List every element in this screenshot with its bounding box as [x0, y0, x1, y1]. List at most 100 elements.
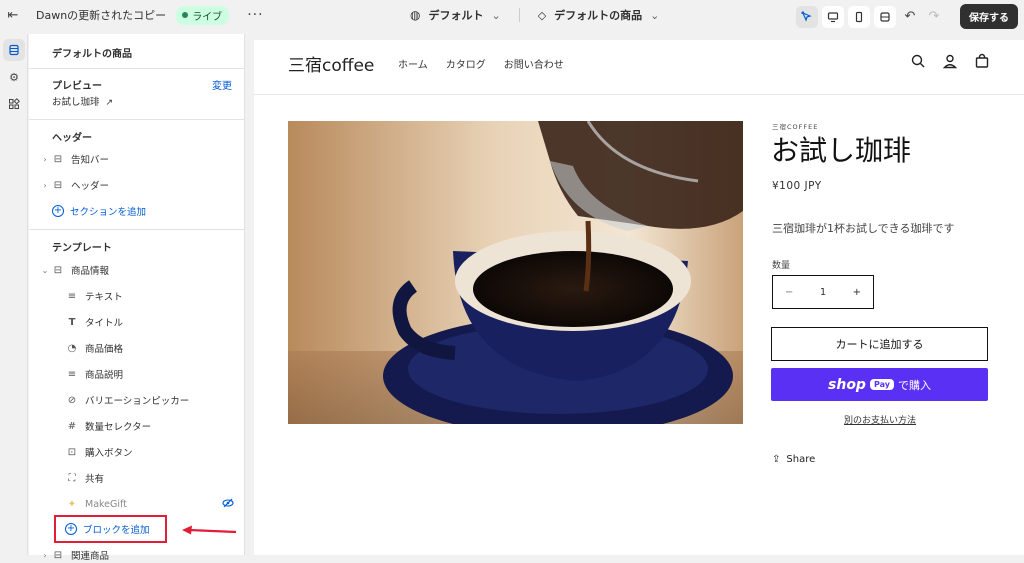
share-button[interactable]: ⇪ Share: [772, 454, 815, 465]
shop-pay-label: で購入: [897, 378, 931, 392]
header-group-heading: ヘッダー: [52, 133, 92, 144]
layout-icon: ⊟: [53, 153, 63, 165]
store-logo[interactable]: 三宿coffee: [288, 51, 374, 76]
share-label: Share: [786, 454, 816, 465]
nav-link-catalog[interactable]: カタログ: [446, 56, 486, 71]
quantity-value[interactable]: 1: [820, 287, 826, 298]
nav-link-home[interactable]: ホーム: [398, 56, 428, 71]
block-label: 共有: [85, 474, 105, 485]
title-t-icon: T: [68, 316, 76, 328]
block-item-description[interactable]: ≡ 商品説明: [65, 366, 123, 382]
quantity-plus-button[interactable]: +: [853, 287, 861, 298]
product-image-coffee-pour[interactable]: [288, 121, 743, 424]
text-lines-icon: ≡: [67, 290, 77, 302]
chevron-right-icon[interactable]: ›: [39, 155, 51, 164]
chevron-down-icon[interactable]: ⌄: [39, 266, 51, 275]
annotation-highlight-box: [54, 515, 167, 543]
eye-hidden-icon[interactable]: [222, 497, 234, 509]
section-item-announcement[interactable]: › ⊟ 告知バー: [39, 151, 109, 167]
nav-link-contact[interactable]: お問い合わせ: [504, 56, 564, 71]
live-dot-icon: [182, 12, 189, 18]
tag-icon: ◇: [537, 8, 547, 22]
store-header: 三宿coffee ホーム カタログ お問い合わせ: [254, 40, 1024, 95]
block-label: 数量セレクター: [85, 422, 152, 433]
hash-icon: #: [67, 420, 77, 432]
fullscreen-view-icon[interactable]: [874, 5, 896, 28]
section-label: 関連商品: [71, 551, 110, 562]
undo-icon[interactable]: ↶: [900, 6, 920, 28]
more-actions-button[interactable]: ···: [247, 7, 263, 23]
chevron-down-icon[interactable]: ⌄: [650, 9, 659, 22]
theme-name[interactable]: Dawnの更新されたコピー: [36, 7, 166, 23]
section-item-product-info[interactable]: ⌄ ⊟ 商品情報: [39, 262, 109, 278]
app-embeds-icon[interactable]: [3, 93, 25, 115]
block-item-title[interactable]: T タイトル: [65, 314, 123, 330]
top-bar-actions: ↶ ↷ 保存する: [796, 4, 1018, 29]
variant-icon: ⊘: [67, 394, 77, 406]
product-title: お試し珈琲: [771, 134, 912, 167]
shop-pay-button[interactable]: shop Pay で購入: [771, 368, 988, 401]
cart-icon[interactable]: [974, 53, 990, 69]
external-link-icon[interactable]: ↗: [106, 98, 114, 108]
panel-title: デフォルトの商品: [52, 49, 132, 60]
plus-circle-icon: +: [52, 205, 64, 217]
product-description: 三宿珈琲が1杯お試しできる珈琲です: [772, 222, 955, 235]
share-frame-icon: ⛶: [68, 472, 76, 484]
block-item-buy-buttons[interactable]: ⊡ 購入ボタン: [65, 444, 133, 460]
section-label: 商品情報: [71, 266, 110, 277]
desktop-view-icon[interactable]: [822, 5, 844, 28]
chevron-right-icon[interactable]: ›: [39, 551, 51, 560]
live-status-badge: ライブ: [176, 5, 230, 25]
preview-heading: プレビュー: [52, 81, 102, 92]
sections-icon[interactable]: [3, 39, 25, 61]
page-selector[interactable]: デフォルトの商品: [554, 7, 642, 23]
divider: [29, 119, 245, 120]
section-item-header[interactable]: › ⊟ ヘッダー: [39, 177, 109, 193]
product-price: ¥100 JPY: [772, 180, 822, 192]
block-item-makegift[interactable]: ✦ MakeGift: [65, 496, 127, 512]
block-item-share[interactable]: ⛶ 共有: [65, 470, 105, 486]
exit-icon[interactable]: ⇤: [2, 4, 24, 26]
search-icon[interactable]: [910, 53, 926, 69]
section-label: 告知バー: [71, 155, 110, 166]
add-to-cart-button[interactable]: カートに追加する: [771, 327, 988, 361]
editor-left-rail: ⚙: [0, 34, 28, 555]
chevron-down-icon[interactable]: ⌄: [491, 9, 500, 22]
block-label: 商品説明: [85, 370, 124, 381]
layout-icon: ⊟: [53, 179, 63, 191]
redo-icon[interactable]: ↷: [924, 6, 944, 28]
quantity-minus-button[interactable]: −: [785, 287, 793, 298]
account-icon[interactable]: [942, 53, 958, 69]
section-label: ヘッダー: [71, 181, 110, 192]
save-button[interactable]: 保存する: [960, 4, 1018, 29]
block-label: 商品価格: [85, 344, 124, 355]
change-preview-link[interactable]: 変更: [212, 77, 232, 92]
block-label: テキスト: [85, 292, 123, 303]
preview-product-name: お試し珈琲: [52, 97, 100, 108]
block-label: タイトル: [85, 318, 124, 329]
preview-product[interactable]: お試し珈琲 ↗: [52, 94, 113, 108]
divider: [518, 8, 520, 22]
template-switcher: ◍ デフォルト ⌄ ◇ デフォルトの商品 ⌄: [410, 0, 659, 30]
block-item-text[interactable]: ≡ テキスト: [65, 288, 123, 304]
chevron-right-icon[interactable]: ›: [39, 181, 51, 190]
theme-settings-gear-icon[interactable]: ⚙: [3, 66, 25, 88]
shop-pay-logo: shop: [828, 376, 866, 393]
block-label: バリエーションピッカー: [85, 396, 190, 407]
more-payment-options-link[interactable]: 別のお支払い方法: [844, 413, 916, 426]
mobile-view-icon[interactable]: [848, 5, 870, 28]
template-selector[interactable]: デフォルト: [428, 7, 483, 23]
block-item-price[interactable]: ◔ 商品価格: [65, 340, 123, 356]
section-item-related-products[interactable]: › ⊟ 関連商品: [39, 547, 109, 563]
block-item-quantity[interactable]: # 数量セレクター: [65, 418, 151, 434]
block-item-variant-picker[interactable]: ⊘ バリエーションピッカー: [65, 392, 190, 408]
inspector-cursor-icon[interactable]: [796, 5, 818, 28]
app-icon: ✦: [67, 498, 77, 510]
divider: [29, 68, 245, 69]
header-icons: [910, 53, 990, 69]
quantity-stepper[interactable]: − 1 +: [772, 275, 874, 309]
share-icon: ⇪: [772, 454, 781, 465]
store-preview-frame: 三宿coffee ホーム カタログ お問い合わせ 三宿COFFEE お試し珈琲 …: [254, 40, 1024, 555]
add-section-button[interactable]: + セクションを追加: [52, 203, 146, 219]
store-nav: ホーム カタログ お問い合わせ: [398, 56, 564, 71]
